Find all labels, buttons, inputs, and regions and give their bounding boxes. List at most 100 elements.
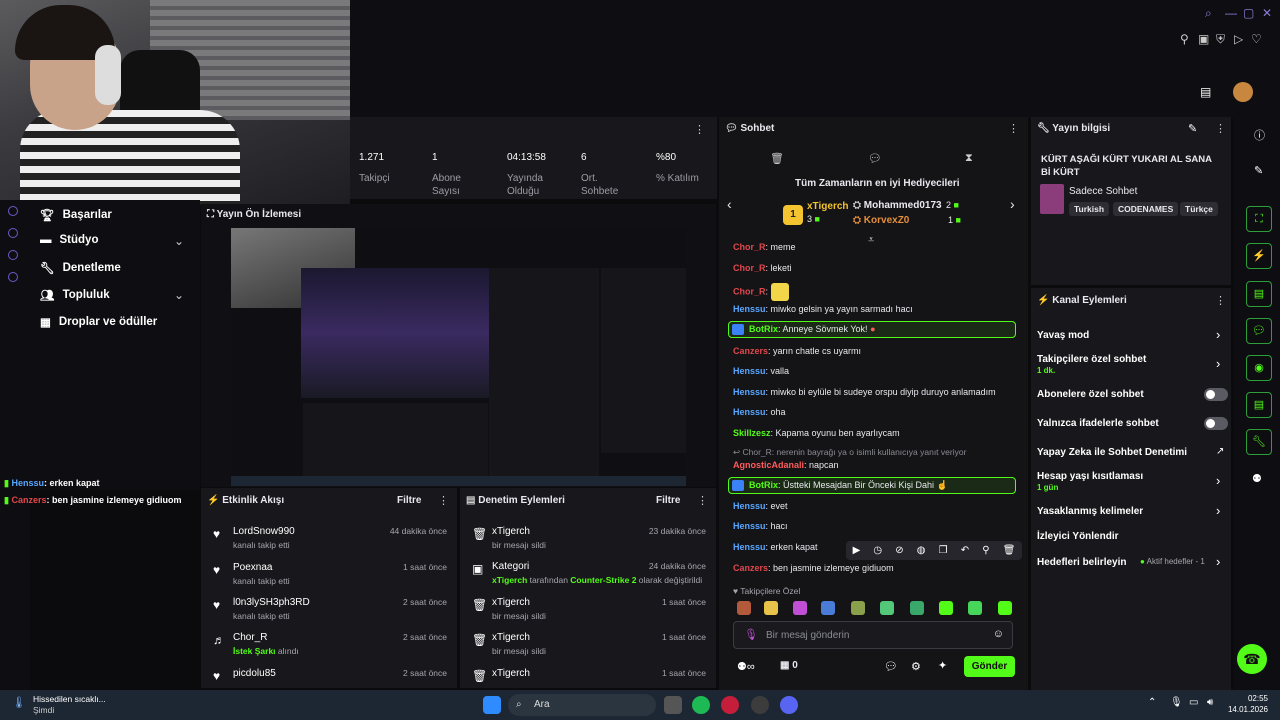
gift-icon[interactable]: ▤ xyxy=(1200,85,1211,99)
rail-chat-button[interactable]: 💬︎ xyxy=(1246,318,1272,344)
gifter-name[interactable]: ⛭ KorvexZ0 xyxy=(853,215,909,226)
nav-achievements[interactable]: 🏆︎ Başarılar xyxy=(40,208,112,222)
emote-icon[interactable] xyxy=(737,601,751,615)
taskbar-search[interactable]: ⌕ Ara xyxy=(508,694,656,716)
spotify-icon[interactable] xyxy=(692,696,710,714)
rail-icon[interactable] xyxy=(8,250,18,260)
emote-icon[interactable] xyxy=(998,601,1012,615)
close-icon[interactable]: ✕ xyxy=(1262,6,1272,20)
layout-icon[interactable]: ▣ xyxy=(1198,32,1209,46)
emote-icon[interactable] xyxy=(851,601,865,615)
emote-icon[interactable] xyxy=(793,601,807,615)
chat-bubble-icon[interactable]: 💬︎ xyxy=(884,660,898,673)
emote-icon[interactable] xyxy=(880,601,894,615)
nav-community[interactable]: 👥︎ Topluluk xyxy=(40,288,110,302)
rail-events-button[interactable]: ⚡ xyxy=(1246,243,1272,269)
subs-only-toggle[interactable] xyxy=(1204,388,1228,401)
rail-notes-button[interactable]: ▤ xyxy=(1246,281,1272,307)
emote-icon[interactable] xyxy=(821,601,835,615)
chevron-right-icon[interactable]: › xyxy=(1216,473,1220,488)
action-subs-only[interactable]: Abonelere özel sohbet xyxy=(1037,389,1144,400)
kebab-icon[interactable]: ⋮ xyxy=(1215,122,1226,135)
action-account-age[interactable]: Hesap yaşı kısıtlaması 1 gün xyxy=(1037,471,1143,492)
chat-bubble-icon[interactable]: 💬︎ xyxy=(868,152,882,165)
collapse-icon[interactable]: ⩡ xyxy=(868,234,874,247)
reply-icon[interactable]: ↶ xyxy=(961,545,969,556)
maximize-icon[interactable]: ▢ xyxy=(1243,6,1254,20)
play-icon[interactable]: ▶ xyxy=(853,545,861,556)
rail-mod-button[interactable]: ▤ xyxy=(1246,392,1272,418)
rail-icon[interactable] xyxy=(8,228,18,238)
points-count[interactable]: ▦ 0 xyxy=(780,660,798,671)
kebab-icon[interactable]: ⋮ xyxy=(694,123,705,136)
clock-date[interactable]: 14.01.2026 xyxy=(1226,705,1268,714)
windows-start-icon[interactable] xyxy=(483,696,501,714)
gifter-name[interactable]: xTigerch xyxy=(807,201,849,212)
network-icon[interactable]: ▭ xyxy=(1189,697,1198,708)
hourglass-icon[interactable]: ⧗ xyxy=(965,152,973,165)
tag[interactable]: CODENAMES xyxy=(1113,202,1179,216)
kebab-icon[interactable]: ⋮ xyxy=(438,494,449,507)
rail-tools-button[interactable]: 🔧︎ xyxy=(1246,429,1272,455)
chevron-right-icon[interactable]: › xyxy=(1216,554,1220,569)
copy-icon[interactable]: ❐ xyxy=(939,545,948,556)
avatar[interactable] xyxy=(1233,82,1253,102)
gear-icon[interactable]: ⚙ xyxy=(911,660,921,673)
mic-icon[interactable]: 🎙︎ xyxy=(744,628,758,641)
emote-picker-icon[interactable]: ✦ xyxy=(938,659,947,672)
shield-icon[interactable]: ⛨ xyxy=(1216,32,1225,47)
users-icon[interactable]: ⚉ xyxy=(1252,472,1262,485)
category-name[interactable]: Sadece Sohbet xyxy=(1069,186,1137,197)
feed-filter-button[interactable]: Filtre xyxy=(397,495,421,506)
pin-icon[interactable]: ⚲ xyxy=(1180,32,1189,46)
nav-studio[interactable]: ▬ Stüdyo xyxy=(40,234,98,246)
chevron-right-icon[interactable]: › xyxy=(1216,503,1220,518)
gifter-name[interactable]: ⛭ Mohammed0173 xyxy=(853,200,942,211)
volume-icon[interactable]: 🔊︎ xyxy=(1207,697,1213,708)
clock-time[interactable]: 02:55 xyxy=(1238,694,1268,703)
emote-only-toggle[interactable] xyxy=(1204,417,1228,430)
nav-moderation[interactable]: 🔧︎ Denetleme xyxy=(40,261,121,275)
emote-icon[interactable] xyxy=(939,601,953,615)
action-emote-only[interactable]: Yalnızca ifadelerle sohbet xyxy=(1037,418,1159,429)
weather-icon[interactable]: 🌡︎ xyxy=(12,696,26,709)
nav-drops[interactable]: ▦ Droplar ve ödüller xyxy=(40,315,157,329)
minimize-icon[interactable]: — xyxy=(1225,6,1237,20)
chevron-right-icon[interactable]: › xyxy=(1010,196,1015,212)
mod-icon[interactable]: ◍ xyxy=(917,545,926,556)
opera-icon[interactable] xyxy=(721,696,739,714)
kebab-icon[interactable]: ⋮ xyxy=(1008,122,1019,135)
emote-icon[interactable] xyxy=(910,601,924,615)
emoji-icon[interactable]: ☺ xyxy=(993,628,1004,640)
rail-broadcast-button[interactable]: ◉ xyxy=(1246,355,1272,381)
chevron-right-icon[interactable]: › xyxy=(1216,356,1220,371)
emote-icon[interactable] xyxy=(764,601,778,615)
chevron-down-icon[interactable]: ⌄ xyxy=(174,288,184,302)
action-followers-only[interactable]: Takipçilere özel sohbet 1 dk. xyxy=(1037,354,1146,375)
chevron-left-icon[interactable]: ‹ xyxy=(727,196,732,212)
emote-icon[interactable] xyxy=(968,601,982,615)
help-button[interactable]: ☎ xyxy=(1237,644,1267,674)
ban-icon[interactable]: ⊘ xyxy=(895,545,903,556)
play-icon[interactable]: ▷ xyxy=(1234,32,1243,46)
action-banned-words[interactable]: Yasaklanmış kelimeler xyxy=(1037,506,1143,517)
action-goals[interactable]: Hedefleri belirleyin xyxy=(1037,557,1126,568)
weather-text[interactable]: Hissedilen sıcaklı... xyxy=(33,694,106,704)
discord-icon[interactable] xyxy=(780,696,798,714)
rail-icon[interactable] xyxy=(8,272,18,282)
points-icon[interactable]: ⚉∞ xyxy=(737,660,755,673)
action-slow-mode[interactable]: Yavaş mod xyxy=(1037,330,1089,341)
kebab-icon[interactable]: ⋮ xyxy=(1215,294,1226,307)
rail-preview-button[interactable]: ⛶ xyxy=(1246,206,1272,232)
action-ai-moderation[interactable]: Yapay Zeka ile Sohbet Denetimi xyxy=(1037,447,1187,458)
kebab-icon[interactable]: ⋮ xyxy=(697,494,708,507)
send-button[interactable]: Gönder xyxy=(964,656,1015,677)
info-icon[interactable]: ⓘ xyxy=(1254,127,1265,143)
timeout-icon[interactable]: ◷ xyxy=(873,545,882,556)
chat-input[interactable]: 🎙︎ Bir mesaj gönderin ☺ xyxy=(733,621,1013,649)
trash-icon[interactable]: 🗑︎ xyxy=(1003,545,1016,556)
tag[interactable]: Türkçe xyxy=(1180,202,1218,216)
edit-icon[interactable]: ✎ xyxy=(1254,164,1263,177)
steam-icon[interactable] xyxy=(751,696,769,714)
search-icon[interactable]: ⌕ xyxy=(1205,6,1212,21)
